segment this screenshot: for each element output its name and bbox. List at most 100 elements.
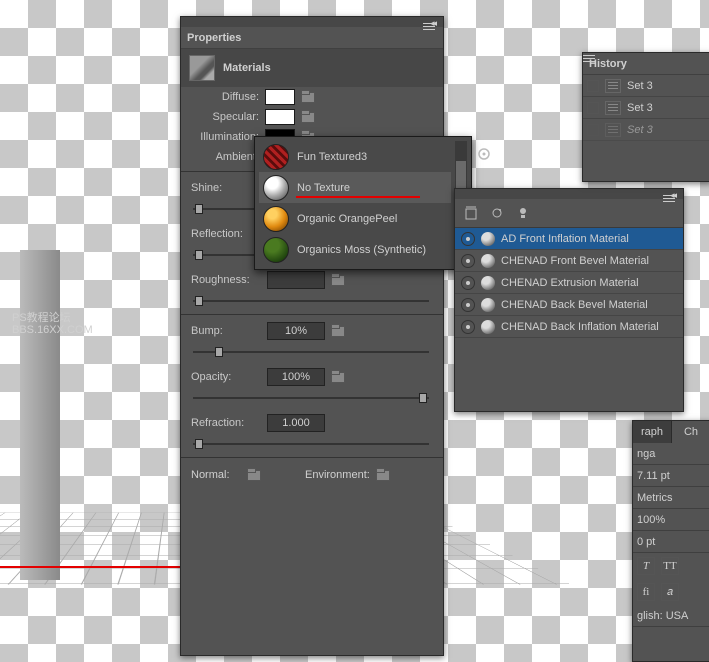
texture-item-moss[interactable]: Organics Moss (Synthetic) [259, 234, 451, 265]
material-item-extrusion[interactable]: CHENAD Extrusion Material [455, 272, 683, 294]
annotation-underline [296, 196, 420, 198]
picker-settings-icon[interactable] [476, 146, 494, 164]
delete-icon[interactable] [463, 205, 479, 221]
size-row[interactable]: 7.11 pt [633, 465, 709, 487]
panel-menu-icon[interactable] [689, 58, 705, 70]
eye-icon[interactable] [461, 298, 475, 312]
specular-texture-icon[interactable] [301, 110, 317, 124]
diffuse-swatch[interactable] [265, 89, 295, 105]
bump-slider[interactable] [193, 345, 429, 359]
font-size-value: 7.11 pt [637, 470, 670, 482]
tab-label: Ch [684, 426, 698, 438]
tab-character[interactable]: Ch [672, 421, 709, 443]
texture-name: Fun Textured3 [297, 151, 367, 163]
allcaps-button[interactable]: TT [661, 557, 679, 575]
history-item[interactable]: Set 3 [583, 97, 709, 119]
tab-paragraph[interactable]: raph [633, 421, 672, 443]
extruded-shape [20, 250, 60, 580]
history-panel: History Set 3 Set 3 Set 3 [582, 52, 709, 182]
panel-title: History [589, 58, 627, 70]
panel-top-strip: ◂◂ [181, 17, 443, 27]
texture-list: Fun Textured3 No Texture Organic OrangeP… [259, 141, 451, 265]
material-item-back-bevel[interactable]: CHENAD Back Bevel Material [455, 294, 683, 316]
opacity-texture-icon[interactable] [331, 370, 347, 384]
panel-title: Properties [187, 32, 241, 44]
history-step-icon [605, 123, 621, 137]
bump-texture-icon[interactable] [331, 324, 347, 338]
scale-row[interactable]: 100% [633, 509, 709, 531]
type-style-row: T TT [633, 553, 709, 579]
material-ball-icon [481, 320, 495, 334]
baseline-row[interactable]: 0 pt [633, 531, 709, 553]
kerning-row[interactable]: Metrics [633, 487, 709, 509]
ligature-button[interactable]: fi [637, 583, 655, 601]
refraction-slider[interactable] [193, 437, 429, 451]
texture-name: Organic OrangePeel [297, 213, 397, 225]
stylistic-button[interactable]: 𝑎 [661, 583, 679, 601]
3d-viewport: PS教程论坛 BBS.16XX.COM [0, 0, 180, 662]
texture-name: No Texture [297, 182, 350, 194]
reflection-label: Reflection: [191, 228, 261, 240]
history-checkbox[interactable] [587, 102, 599, 114]
history-label: Set 3 [627, 124, 653, 136]
material-item-front-inflation[interactable]: AD Front Inflation Material [455, 228, 683, 250]
history-checkbox[interactable] [587, 80, 599, 92]
language-row[interactable]: glish: USA [633, 605, 709, 627]
diffuse-texture-icon[interactable] [301, 90, 317, 104]
watermark-line: BBS.16XX.COM [12, 324, 93, 336]
specular-swatch[interactable] [265, 109, 295, 125]
light-icon[interactable] [515, 205, 531, 221]
materials-section-header: Materials [181, 49, 443, 87]
roughness-texture-icon[interactable] [331, 273, 347, 287]
material-item-front-bevel[interactable]: CHENAD Front Bevel Material [455, 250, 683, 272]
normal-label: Normal: [191, 469, 241, 481]
roughness-slider[interactable] [193, 294, 429, 308]
texture-item-orange-peel[interactable]: Organic OrangePeel [259, 203, 451, 234]
history-step-icon [605, 101, 621, 115]
bump-label: Bump: [191, 325, 261, 337]
history-item[interactable]: Set 3 [583, 75, 709, 97]
eye-icon[interactable] [461, 232, 475, 246]
eye-icon[interactable] [461, 276, 475, 290]
eye-icon[interactable] [461, 320, 475, 334]
texture-item-fun-textured[interactable]: Fun Textured3 [259, 141, 451, 172]
opacity-label: Opacity: [191, 371, 261, 383]
tab-label: raph [641, 426, 663, 438]
history-item[interactable]: Set 3 [583, 119, 709, 141]
history-label: Set 3 [627, 80, 653, 92]
materials-icon [189, 55, 215, 81]
texture-thumb [263, 144, 289, 170]
refraction-value[interactable]: 1.000 [267, 414, 325, 432]
roughness-value[interactable] [267, 271, 325, 289]
language-value: glish: USA [637, 610, 688, 622]
panel-menu-icon[interactable] [423, 21, 439, 33]
opacity-value[interactable]: 100% [267, 368, 325, 386]
eye-icon[interactable] [461, 254, 475, 268]
type-style-row-2: fi 𝑎 [633, 579, 709, 605]
panel-menu-icon[interactable] [663, 193, 679, 205]
properties-panel: ◂◂ Properties Materials Diffuse: Specula… [180, 16, 444, 656]
material-item-back-inflation[interactable]: CHENAD Back Inflation Material [455, 316, 683, 338]
texture-item-no-texture[interactable]: No Texture [259, 172, 451, 203]
kerning-value: Metrics [637, 492, 672, 504]
opacity-slider[interactable] [193, 391, 429, 405]
font-row[interactable]: nga [633, 443, 709, 465]
diffuse-label: Diffuse: [189, 91, 259, 103]
history-header: History [583, 53, 709, 75]
texture-thumb [263, 175, 289, 201]
watermark-line: PS教程论坛 [12, 312, 93, 324]
baseline-value: 0 pt [637, 536, 655, 548]
texture-thumb [263, 237, 289, 263]
texture-thumb [263, 206, 289, 232]
normal-texture-icon[interactable] [247, 468, 263, 482]
illumination-label: Illumination: [189, 131, 259, 143]
material-name: CHENAD Back Bevel Material [501, 299, 648, 311]
environment-texture-icon[interactable] [376, 468, 392, 482]
render-icon[interactable] [489, 205, 505, 221]
faux-bold-button[interactable]: T [637, 557, 655, 575]
material-name: CHENAD Extrusion Material [501, 277, 639, 289]
material-ball-icon [481, 232, 495, 246]
history-checkbox[interactable] [587, 124, 599, 136]
properties-header: Properties [181, 27, 443, 49]
bump-value[interactable]: 10% [267, 322, 325, 340]
